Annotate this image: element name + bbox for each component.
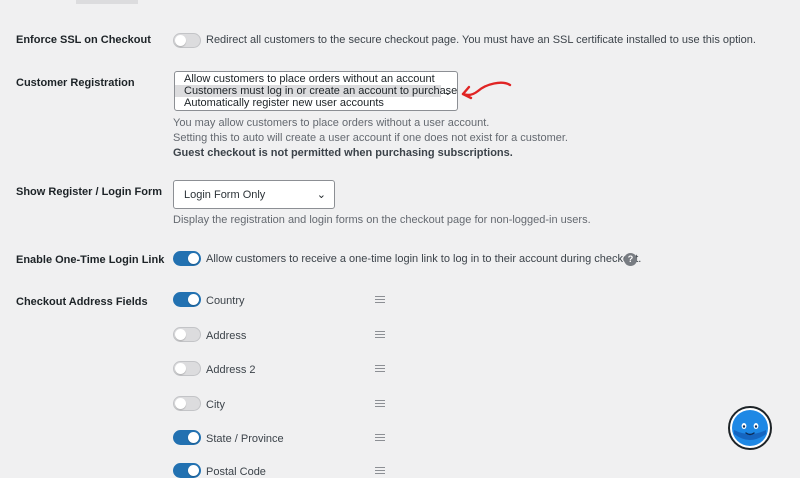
- toggle-knob: [175, 363, 186, 374]
- address-toggle[interactable]: [173, 327, 201, 342]
- login-form-help: Display the registration and login forms…: [173, 214, 591, 226]
- toggle-knob: [188, 294, 199, 305]
- active-tab-edge[interactable]: [76, 0, 138, 4]
- toggle-knob: [175, 329, 186, 340]
- state-province-toggle[interactable]: [173, 430, 201, 445]
- toggle-knob: [188, 432, 199, 443]
- drag-handle-icon[interactable]: [375, 331, 385, 340]
- drag-handle-icon[interactable]: [375, 434, 385, 443]
- chevron-down-icon: ⌄: [316, 189, 326, 201]
- field-label-address-2: Address 2: [206, 364, 256, 376]
- one-time-login-description: Allow customers to receive a one-time lo…: [206, 253, 642, 265]
- registration-select[interactable]: Allow customers to place orders without …: [174, 71, 458, 111]
- field-label-country: Country: [206, 295, 245, 307]
- country-toggle[interactable]: [173, 292, 201, 307]
- registration-help-2: Setting this to auto will create a user …: [173, 132, 568, 144]
- ssl-label: Enforce SSL on Checkout: [16, 34, 151, 46]
- toggle-knob: [175, 35, 186, 46]
- ssl-description: Redirect all customers to the secure che…: [206, 34, 756, 46]
- drag-handle-icon[interactable]: [375, 400, 385, 409]
- login-form-value: Login Form Only: [184, 189, 266, 201]
- toggle-knob: [188, 465, 199, 476]
- annotation-arrow-icon: [461, 81, 512, 100]
- field-label-city: City: [206, 399, 225, 411]
- registration-label: Customer Registration: [16, 77, 135, 89]
- drag-handle-icon[interactable]: [375, 296, 385, 305]
- registration-option[interactable]: Allow customers to place orders without …: [175, 73, 457, 85]
- field-label-address: Address: [206, 330, 247, 342]
- drag-handle-icon[interactable]: [375, 365, 385, 374]
- address-2-toggle[interactable]: [173, 361, 201, 376]
- login-form-select[interactable]: Login Form Only ⌄: [173, 180, 335, 209]
- registration-help-3: Guest checkout is not permitted when pur…: [173, 147, 513, 159]
- toggle-knob: [188, 253, 199, 264]
- help-icon[interactable]: ?: [624, 253, 637, 266]
- city-toggle[interactable]: [173, 396, 201, 411]
- one-time-login-label: Enable One-Time Login Link: [16, 254, 165, 266]
- field-label-state-province: State / Province: [206, 433, 284, 445]
- postal-code-toggle[interactable]: [173, 463, 201, 478]
- login-form-label: Show Register / Login Form: [16, 186, 163, 198]
- registration-option-selected[interactable]: Customers must log in or create an accou…: [175, 85, 457, 97]
- registration-help-1: You may allow customers to place orders …: [173, 117, 490, 129]
- address-fields-label: Checkout Address Fields: [16, 296, 148, 308]
- registration-option[interactable]: Automatically register new user accounts: [175, 97, 457, 109]
- toggle-knob: [175, 398, 186, 409]
- ssl-toggle[interactable]: [173, 33, 201, 48]
- one-time-login-toggle[interactable]: [173, 251, 201, 266]
- chat-assistant-icon[interactable]: [728, 406, 772, 450]
- field-label-postal-code: Postal Code: [206, 466, 266, 478]
- drag-handle-icon[interactable]: [375, 467, 385, 476]
- chevron-down-icon: ⌄: [443, 87, 452, 98]
